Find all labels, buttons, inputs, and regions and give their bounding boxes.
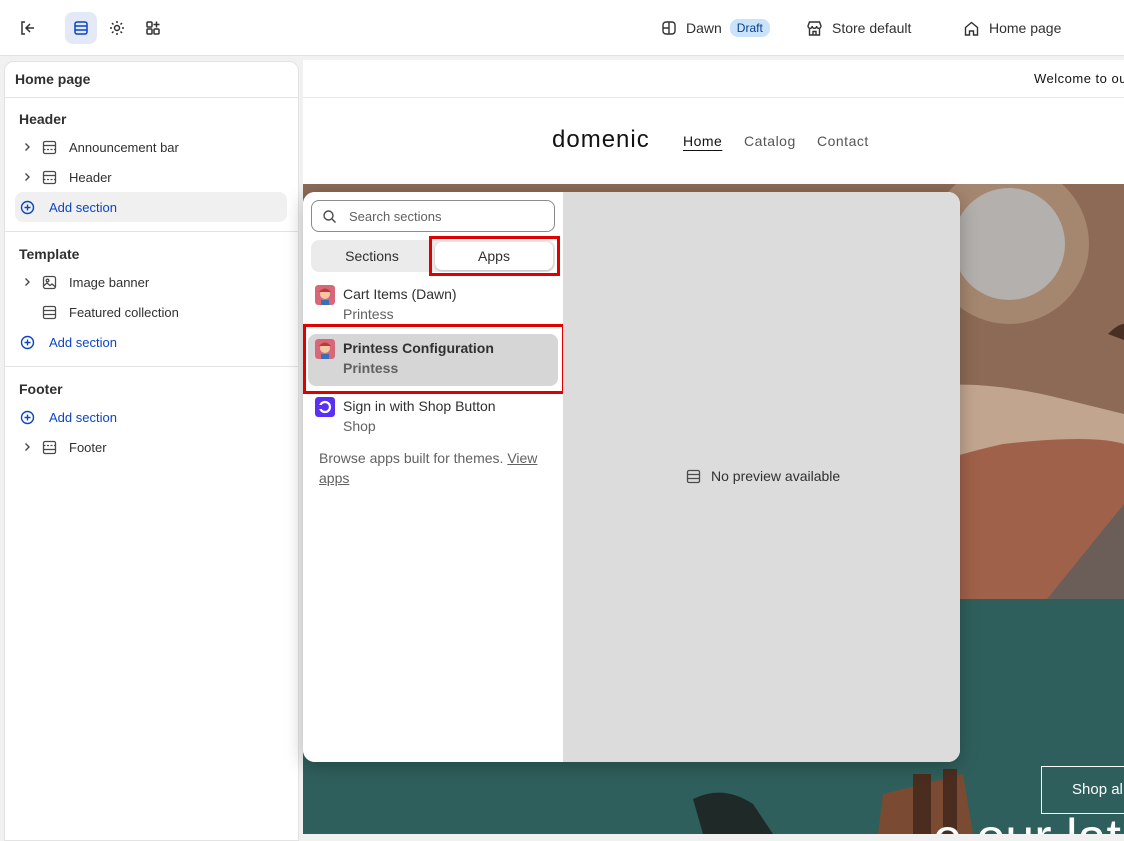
gear-icon: [110, 21, 124, 35]
store-name: Store default: [832, 20, 912, 36]
no-preview-message: No preview available: [686, 468, 840, 484]
announcement-text: Welcome to ou: [1034, 71, 1124, 86]
search-input[interactable]: [349, 208, 529, 224]
app-item-printess-configuration[interactable]: Printess Configuration Printess: [308, 334, 558, 386]
divider: [5, 366, 298, 367]
theme-settings-button[interactable]: [101, 12, 133, 44]
shop-all-button[interactable]: Shop al: [1041, 766, 1124, 814]
sections-icon: [74, 21, 88, 35]
shop-app-icon: [315, 397, 335, 417]
add-section-label: Add section: [49, 409, 117, 425]
section-header[interactable]: Header: [15, 162, 287, 192]
chevron-right-icon[interactable]: [15, 142, 39, 152]
section-label: Footer: [69, 439, 107, 455]
app-embeds-button[interactable]: [137, 12, 169, 44]
tab-sections[interactable]: Sections: [311, 240, 433, 272]
chevron-right-icon[interactable]: [15, 172, 39, 182]
add-section-label: Add section: [49, 334, 117, 350]
browse-apps-text: Browse apps built for themes. View apps: [319, 448, 549, 488]
section-footer[interactable]: Footer: [15, 432, 287, 462]
preview-pane: No preview available: [563, 192, 960, 762]
announcement-bar: Welcome to ou: [303, 60, 1124, 98]
section-featured-collection[interactable]: Featured collection: [15, 297, 287, 327]
picker-list-pane: Sections Apps Cart Items (Dawn) Printess…: [303, 192, 565, 762]
section-layout-icon: [39, 440, 59, 455]
theme-icon: [662, 21, 676, 35]
chevron-right-icon[interactable]: [15, 277, 39, 287]
section-layout-icon: [39, 305, 59, 320]
divider: [5, 231, 298, 232]
add-section-template-button[interactable]: Add section: [15, 327, 287, 357]
store-logo[interactable]: domenic: [552, 126, 650, 154]
theme-name: Dawn: [686, 20, 722, 36]
exit-icon: [21, 21, 34, 35]
app-item-sign-in-with-shop[interactable]: Sign in with Shop Button Shop: [308, 392, 558, 444]
theme-selector[interactable]: Dawn Draft: [661, 16, 770, 40]
plus-circle-icon: [15, 200, 39, 215]
divider: [5, 97, 298, 98]
app-vendor: Printess: [343, 360, 399, 376]
draft-badge: Draft: [729, 19, 770, 37]
app-name: Printess Configuration: [343, 340, 494, 356]
nav-contact[interactable]: Contact: [817, 133, 869, 149]
app-item-cart-items[interactable]: Cart Items (Dawn) Printess: [308, 280, 558, 332]
section-label: Announcement bar: [69, 139, 179, 155]
section-label: Header: [69, 169, 112, 185]
add-section-popover: Sections Apps Cart Items (Dawn) Printess…: [303, 192, 960, 762]
group-title-header: Header: [19, 111, 67, 127]
section-layout-icon: [686, 469, 701, 483]
sections-sidebar: Home page Header Announcement bar Header…: [4, 61, 299, 841]
plus-circle-icon: [15, 410, 39, 425]
page-name: Home page: [989, 20, 1062, 36]
app-vendor: Shop: [343, 418, 376, 434]
tab-apps[interactable]: Apps: [435, 242, 553, 270]
chevron-right-icon[interactable]: [15, 442, 39, 452]
editor-topbar: Dawn Draft Store default Home page: [0, 0, 1124, 56]
section-label: Image banner: [69, 274, 150, 290]
image-icon: [39, 275, 59, 290]
section-layout-icon: [39, 140, 59, 155]
section-image-banner[interactable]: Image banner: [15, 267, 287, 297]
group-title-footer: Footer: [19, 381, 63, 397]
section-layout-icon: [39, 170, 59, 185]
add-section-header-button[interactable]: Add section: [15, 192, 287, 222]
nav-home[interactable]: Home: [683, 133, 722, 149]
app-name: Sign in with Shop Button: [343, 398, 496, 414]
search-icon: [323, 209, 336, 223]
store-icon: [807, 20, 822, 36]
app-vendor: Printess: [343, 306, 394, 322]
section-label: Featured collection: [69, 304, 179, 320]
printess-app-icon: [315, 285, 335, 305]
section-announcement-bar[interactable]: Announcement bar: [15, 132, 287, 162]
add-section-footer-button[interactable]: Add section: [15, 402, 287, 432]
printess-app-icon: [315, 339, 335, 359]
nav-catalog[interactable]: Catalog: [744, 133, 796, 149]
no-preview-text: No preview available: [711, 468, 841, 484]
home-icon: [964, 21, 979, 36]
add-section-label: Add section: [49, 199, 117, 215]
group-title-template: Template: [19, 246, 80, 262]
page-selector[interactable]: Home page: [963, 16, 1061, 40]
plus-circle-icon: [15, 335, 39, 350]
search-sections-field[interactable]: [311, 200, 555, 232]
app-name: Cart Items (Dawn): [343, 286, 457, 302]
sections-view-button[interactable]: [65, 12, 97, 44]
picker-tabs: Sections Apps: [311, 240, 555, 272]
exit-button[interactable]: [11, 12, 43, 44]
browse-apps-label: Browse apps built for themes.: [319, 450, 508, 466]
store-selector[interactable]: Store default: [806, 16, 911, 40]
sidebar-title: Home page: [15, 71, 91, 87]
apps-icon: [146, 21, 160, 35]
